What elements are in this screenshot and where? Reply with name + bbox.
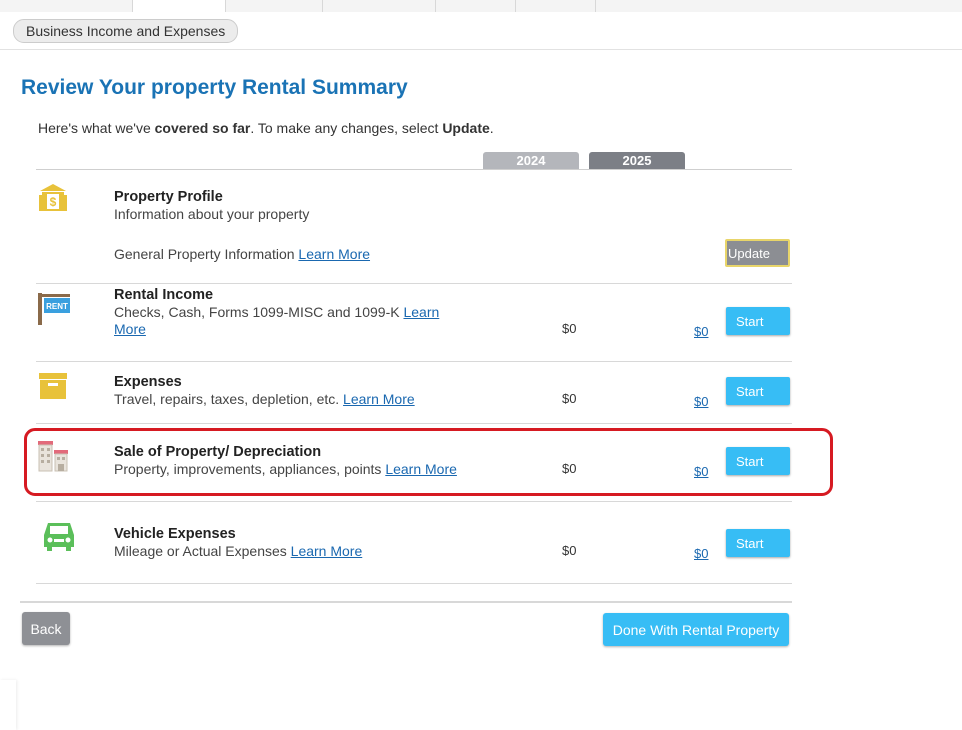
page-title: Review Your property Rental Summary [21,76,408,99]
row-title-rental-income: Rental Income [114,287,214,303]
done-with-rental-property-button[interactable]: Done With Rental Property [603,613,789,646]
divider [36,583,792,584]
divider [36,501,792,502]
intro-text: Here's what we've covered so far. To mak… [38,120,494,136]
year-header-2025: 2025 [589,152,685,169]
update-button[interactable]: Update [725,239,790,267]
breadcrumb[interactable]: Business Income and Expenses [13,19,239,43]
year-header-2024: 2024 [483,152,579,169]
rent-sign-icon: RENT [38,293,70,325]
money-building-icon: $ [39,184,67,211]
divider [36,283,792,284]
amount-2024: $0 [562,391,577,406]
archive-box-icon [39,373,67,399]
row-desc-property-profile: Information about your property [114,206,310,222]
divider [36,361,792,362]
amount-2025-link[interactable]: $0 [694,394,708,409]
intro-part: Here's what we've [38,120,155,136]
general-property-label: General Property Information [114,246,295,262]
general-property-info: General Property Information Learn More [114,246,370,263]
row-title-expenses: Expenses [114,374,182,390]
divider [36,169,792,170]
svg-text:RENT: RENT [46,302,68,311]
amount-2025-link[interactable]: $0 [694,546,708,561]
row-desc-vehicle-expenses: Mileage or Actual Expenses Learn More [114,543,362,560]
top-tab[interactable] [436,0,516,12]
row-title-vehicle-expenses: Vehicle Expenses [114,526,236,542]
top-tab[interactable] [0,0,133,12]
top-tab[interactable] [516,0,596,12]
top-tab[interactable] [226,0,323,12]
intro-part: . To make any changes, select [250,120,443,136]
learn-more-link[interactable]: Learn More [343,391,415,407]
divider [36,423,792,424]
back-button[interactable]: Back [22,612,70,645]
intro-bold: covered so far [154,120,251,136]
amount-2025-link[interactable]: $0 [694,324,708,339]
top-tab[interactable] [323,0,436,12]
highlight-box [24,428,833,496]
rental-income-desc: Checks, Cash, Forms 1099-MISC and 1099-K [114,304,400,320]
row-title-property-profile: Property Profile [114,189,223,205]
row-desc-expenses: Travel, repairs, taxes, depletion, etc. … [114,391,415,408]
expenses-desc: Travel, repairs, taxes, depletion, etc. [114,391,340,407]
amount-2024: $0 [562,321,577,336]
start-vehicle-expenses-button[interactable]: Start [726,529,790,557]
top-tab-strip [0,0,962,12]
footer-divider [20,601,792,603]
learn-more-link[interactable]: Learn More [291,543,363,559]
car-icon [44,523,74,551]
svg-text:$: $ [50,195,57,209]
start-expenses-button[interactable]: Start [726,377,790,405]
intro-part: . [489,120,494,136]
vehicle-desc: Mileage or Actual Expenses [114,543,287,559]
learn-more-link[interactable]: Learn More [298,246,370,262]
top-tab-active[interactable] [133,0,226,12]
intro-bold: Update [442,120,490,136]
amount-2024: $0 [562,543,577,558]
start-rental-income-button[interactable]: Start [726,307,790,335]
side-panel-edge [0,680,16,730]
row-desc-rental-income: Checks, Cash, Forms 1099-MISC and 1099-K… [114,304,474,337]
